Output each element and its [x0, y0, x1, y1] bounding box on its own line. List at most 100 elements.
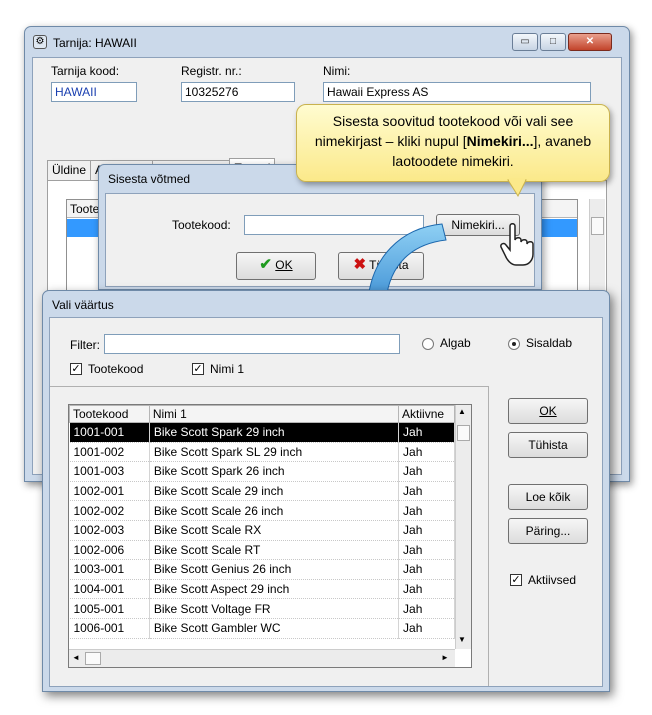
- cell-code: 1001-003: [69, 461, 150, 482]
- check-icon: ✔: [259, 256, 272, 273]
- select-cancel-button[interactable]: Tühista: [508, 432, 588, 458]
- cell-code: 1003-001: [69, 559, 150, 580]
- hscroll-thumb[interactable]: [85, 652, 101, 665]
- chk-product-code[interactable]: ✓: [70, 363, 82, 375]
- vscroll-thumb[interactable]: [457, 425, 470, 441]
- ok-label: OK: [275, 258, 293, 272]
- cell-name: Bike Scott Aspect 29 inch: [149, 579, 400, 600]
- table-row[interactable]: 1002-006 Bike Scott Scale RT Jah: [69, 540, 455, 561]
- cell-code: 1002-003: [69, 520, 150, 541]
- cell-code: 1005-001: [69, 598, 150, 619]
- radio-contains-label: Sisaldab: [526, 336, 573, 350]
- cell-name: Bike Scott Spark SL 29 inch: [149, 442, 400, 463]
- grid-hscrollbar[interactable]: ◄ ►: [69, 649, 455, 667]
- chk-name[interactable]: ✓: [192, 363, 204, 375]
- cell-name: Bike Scott Gambler WC: [149, 618, 400, 639]
- app-gear-icon: ⚙: [33, 35, 47, 49]
- cell-active: Jah: [398, 618, 455, 639]
- callout-text-bold: Nimekiri...: [466, 133, 534, 149]
- table-row[interactable]: 1001-002 Bike Scott Spark SL 29 inch Jah: [69, 442, 455, 463]
- reg-number-label: Registr. nr.:: [181, 64, 242, 78]
- select-dialog-client: Filter: Algab Sisaldab ✓ Tootekood ✓ Nim…: [49, 317, 603, 687]
- col-header-code[interactable]: Tootekood: [69, 405, 150, 423]
- table-row[interactable]: 1004-001 Bike Scott Aspect 29 inch Jah: [69, 579, 455, 600]
- scroll-up-icon[interactable]: ▲: [458, 407, 466, 416]
- table-row[interactable]: 1001-001 Bike Scott Spark 29 inch Jah: [69, 422, 455, 443]
- load-all-button[interactable]: Loe kõik: [508, 484, 588, 510]
- callout-tail: [507, 178, 527, 198]
- enter-keys-dialog: Sisesta võtmed Tootekood: Nimekiri... ✔ …: [98, 164, 542, 290]
- cell-active: Jah: [398, 422, 455, 443]
- cell-name: Bike Scott Scale 26 inch: [149, 500, 400, 521]
- chk-product-code-label: Tootekood: [88, 362, 144, 376]
- chk-name-label: Nimi 1: [210, 362, 245, 376]
- dialog-client: Tootekood: Nimekiri... ✔ OK ✖ Tühista: [105, 193, 535, 287]
- scroll-down-icon[interactable]: ▼: [458, 635, 466, 644]
- cell-active: Jah: [398, 559, 455, 580]
- table-row[interactable]: 1003-001 Bike Scott Genius 26 inch Jah: [69, 559, 455, 580]
- cell-code: 1001-001: [69, 422, 150, 443]
- scroll-left-icon[interactable]: ◄: [72, 653, 80, 662]
- reg-number-field[interactable]: 10325276: [181, 82, 295, 102]
- cell-active: Jah: [398, 481, 455, 502]
- window-title: Tarnija: HAWAII: [53, 36, 137, 50]
- select-ok-label: OK: [539, 404, 557, 418]
- name-label: Nimi:: [323, 64, 351, 78]
- col-header-name[interactable]: Nimi 1: [148, 405, 400, 423]
- cell-code: 1002-001: [69, 481, 150, 502]
- cell-active: Jah: [398, 500, 455, 521]
- values-grid: Tootekood Nimi 1 Aktiivne 1001-001 Bike S…: [68, 404, 472, 668]
- cell-name: Bike Scott Spark 29 inch: [149, 422, 400, 443]
- grid-vscrollbar[interactable]: ▲ ▼: [455, 405, 471, 649]
- cell-name: Bike Scott Scale RX: [149, 520, 400, 541]
- supplier-code-field[interactable]: HAWAII: [51, 82, 137, 102]
- cell-active: Jah: [398, 579, 455, 600]
- hint-callout: Sisesta soovitud tootekood või vali see …: [296, 104, 610, 182]
- radio-starts-label: Algab: [440, 336, 471, 350]
- cell-code: 1002-002: [69, 500, 150, 521]
- select-ok-button[interactable]: OK: [508, 398, 588, 424]
- cell-name: Bike Scott Scale 29 inch: [149, 481, 400, 502]
- vertical-divider: [488, 386, 489, 686]
- supplier-code-label: Tarnija kood:: [51, 64, 120, 78]
- table-row[interactable]: 1002-001 Bike Scott Scale 29 inch Jah: [69, 481, 455, 502]
- cell-name: Bike Scott Voltage FR: [149, 598, 400, 619]
- divider: [50, 386, 488, 387]
- filter-label: Filter:: [70, 338, 100, 352]
- select-value-dialog: Vali väärtus Filter: Algab Sisaldab ✓ To…: [42, 290, 610, 692]
- cell-code: 1001-002: [69, 442, 150, 463]
- name-field[interactable]: Hawaii Express AS: [323, 82, 591, 102]
- radio-contains[interactable]: [508, 338, 520, 350]
- select-dialog-title: Vali väärtus: [52, 298, 114, 312]
- cell-code: 1004-001: [69, 579, 150, 600]
- scroll-right-icon[interactable]: ►: [441, 653, 449, 662]
- chk-active[interactable]: ✓: [510, 574, 522, 586]
- cell-active: Jah: [398, 461, 455, 482]
- cell-active: Jah: [398, 540, 455, 561]
- maximize-button[interactable]: □: [540, 33, 566, 51]
- dialog-title: Sisesta võtmed: [108, 172, 191, 186]
- col-header-active[interactable]: Aktiivne: [398, 405, 455, 423]
- table-row[interactable]: 1001-003 Bike Scott Spark 26 inch Jah: [69, 461, 455, 482]
- product-code-label: Tootekood:: [172, 218, 231, 232]
- ok-button[interactable]: ✔ OK: [236, 252, 316, 280]
- cell-code: 1002-006: [69, 540, 150, 561]
- cell-name: Bike Scott Genius 26 inch: [149, 559, 400, 580]
- table-row[interactable]: 1002-002 Bike Scott Scale 26 inch Jah: [69, 500, 455, 521]
- cell-active: Jah: [398, 442, 455, 463]
- cell-active: Jah: [398, 520, 455, 541]
- minimize-button[interactable]: ▭: [512, 33, 538, 51]
- scroll-thumb[interactable]: [591, 217, 604, 235]
- filter-input[interactable]: [104, 334, 400, 354]
- cell-active: Jah: [398, 598, 455, 619]
- hand-cursor-icon: [500, 223, 534, 266]
- close-button[interactable]: ✕: [568, 33, 612, 51]
- cell-name: Bike Scott Scale RT: [149, 540, 400, 561]
- table-row[interactable]: 1005-001 Bike Scott Voltage FR Jah: [69, 598, 455, 619]
- table-row[interactable]: 1006-001 Bike Scott Gambler WC Jah: [69, 618, 455, 639]
- tab-general[interactable]: Üldine: [47, 160, 92, 180]
- query-button[interactable]: Päring...: [508, 518, 588, 544]
- radio-starts-with[interactable]: [422, 338, 434, 350]
- cell-code: 1006-001: [69, 618, 150, 639]
- table-row[interactable]: 1002-003 Bike Scott Scale RX Jah: [69, 520, 455, 541]
